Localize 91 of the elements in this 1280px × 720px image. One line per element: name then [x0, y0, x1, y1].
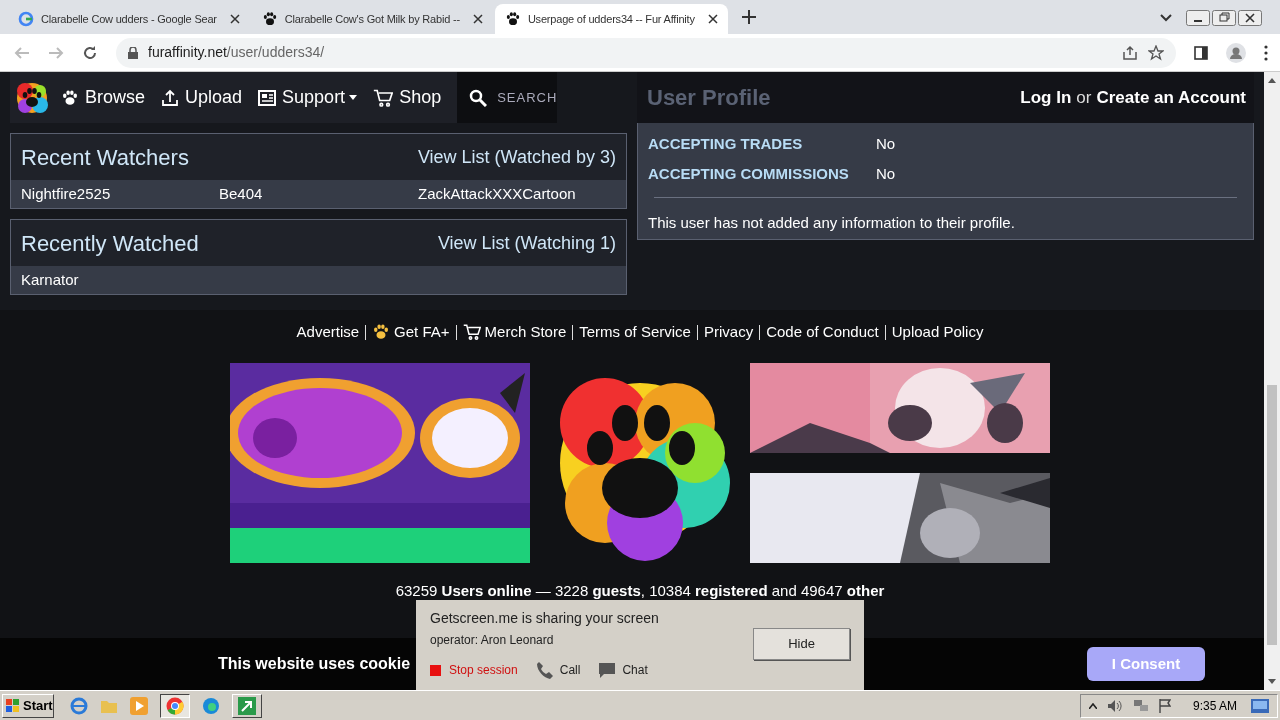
- browser-tab[interactable]: Userpage of udders34 -- Fur Affinity: [494, 4, 728, 34]
- chrome-taskbar-button[interactable]: [160, 693, 190, 718]
- chat-bubble-icon: [598, 662, 617, 678]
- paw-icon: [61, 88, 79, 107]
- lock-icon: [128, 46, 138, 59]
- windows-logo-icon: [6, 698, 20, 713]
- footer-link[interactable]: Code of Conduct: [766, 321, 879, 344]
- panel-title: Recent Watchers: [21, 143, 189, 172]
- search-icon: [469, 88, 488, 107]
- footer-link[interactable]: Advertise: [296, 321, 360, 344]
- footer-link[interactable]: Privacy: [703, 321, 754, 344]
- paw-splash-icon[interactable]: [15, 80, 49, 115]
- field-value: No: [876, 163, 896, 184]
- caret-icon: [349, 95, 358, 100]
- chrome-icon: [166, 696, 184, 715]
- newspaper-icon: [258, 89, 277, 106]
- start-button[interactable]: Start: [2, 693, 54, 718]
- browser-e-icon[interactable]: [70, 696, 88, 715]
- url-text: furaffinity.net/user/udders34/: [148, 43, 325, 62]
- nav-link[interactable]: Browse: [61, 84, 146, 111]
- close-icon[interactable]: [229, 14, 240, 24]
- call-link[interactable]: Call: [535, 661, 581, 679]
- footer-link[interactable]: Get FA+: [372, 321, 450, 344]
- login-link[interactable]: Log In: [1020, 84, 1072, 111]
- close-icon[interactable]: [472, 14, 483, 24]
- clock-text: 9:35 AM: [1192, 697, 1237, 715]
- profile-icon[interactable]: [1226, 42, 1246, 63]
- chat-link[interactable]: Chat: [598, 661, 648, 679]
- footer-link[interactable]: Merch Store: [462, 321, 567, 344]
- scroll-down-icon[interactable]: [1268, 679, 1276, 684]
- stop-icon: [430, 664, 441, 676]
- upload-icon: [161, 88, 180, 107]
- cookie-text: This website uses cookie: [218, 654, 411, 674]
- username-link[interactable]: Nightfire2525: [21, 182, 219, 206]
- address-field[interactable]: furaffinity.net/user/udders34/: [116, 37, 1176, 68]
- view-list-link[interactable]: View List (Watching 1): [437, 229, 616, 257]
- footer-link[interactable]: Upload Policy: [891, 321, 984, 344]
- chevron-down-icon[interactable]: [1160, 14, 1172, 22]
- minimize-icon[interactable]: [1186, 10, 1210, 26]
- hide-button[interactable]: Hide: [753, 628, 850, 660]
- footer-link[interactable]: Terms of Service: [579, 321, 691, 344]
- star-icon[interactable]: [1148, 44, 1164, 61]
- cart-icon: [373, 87, 394, 108]
- or-text: or: [1076, 86, 1092, 109]
- profile-title: User Profile: [647, 84, 771, 112]
- chevron-up-icon[interactable]: [1088, 702, 1097, 709]
- close-icon[interactable]: [1238, 10, 1262, 26]
- paw-icon: [504, 11, 521, 27]
- restore-icon[interactable]: [1212, 10, 1236, 26]
- nav-link[interactable]: Upload: [161, 84, 243, 111]
- close-icon[interactable]: [707, 14, 718, 24]
- field-label: ACCEPTING COMMISSIONS: [648, 163, 850, 184]
- scrollbar[interactable]: [1264, 72, 1280, 690]
- operator-text: operator: Aron Leonard: [430, 632, 555, 649]
- phone-icon: [535, 661, 554, 679]
- search-button[interactable]: SEARCH: [457, 72, 558, 123]
- nav-link[interactable]: Support: [258, 84, 358, 111]
- online-stats: 63259 Users online — 3228 guests, 10384 registered and 49647 other: [395, 580, 885, 601]
- reload-icon[interactable]: [82, 44, 98, 61]
- app-taskbar-button[interactable]: [232, 693, 262, 718]
- browser-tab[interactable]: Clarabelle Cow's Got Milk by Rabid --: [251, 4, 493, 34]
- menu-icon[interactable]: [1264, 44, 1268, 61]
- profile-note: This user has not added any information to their profile.: [648, 213, 1016, 233]
- sidebar-icon[interactable]: [1194, 45, 1208, 60]
- field-value: No: [876, 133, 896, 154]
- view-list-link[interactable]: View List (Watched by 3): [417, 143, 616, 171]
- username-link[interactable]: Be404: [219, 182, 418, 206]
- tab-title: Clarabelle Cow's Got Milk by Rabid --: [284, 11, 460, 27]
- speaker-icon[interactable]: [1106, 698, 1123, 713]
- google-icon: [18, 11, 34, 27]
- arrow-app-icon: [238, 696, 256, 715]
- new-tab-icon[interactable]: [741, 10, 756, 24]
- popup-title: Getscreen.me is sharing your screen: [430, 609, 660, 628]
- username-link[interactable]: Karnator: [21, 268, 219, 292]
- stop-session-link[interactable]: Stop session: [430, 661, 518, 679]
- show-desktop-icon[interactable]: [1251, 698, 1269, 713]
- field-label: ACCEPTING TRADES: [648, 133, 804, 154]
- paw-icon: [261, 11, 278, 27]
- scroll-up-icon[interactable]: [1268, 78, 1276, 83]
- share-icon[interactable]: [1122, 44, 1138, 61]
- panel-title: Recently Watched: [21, 229, 199, 258]
- username-link[interactable]: ZackAttackXXXCartoon: [418, 182, 616, 206]
- tab-title: Userpage of udders34 -- Fur Affinity: [527, 11, 695, 27]
- network-icon[interactable]: [1132, 698, 1149, 713]
- create-account-link[interactable]: Create an Account: [1096, 84, 1246, 111]
- browser-tab[interactable]: Clarabelle Cow udders - Google Sear: [8, 4, 250, 34]
- tab-title: Clarabelle Cow udders - Google Sear: [41, 11, 217, 27]
- nav-link[interactable]: Shop: [373, 84, 442, 111]
- paw-icon: [372, 323, 391, 342]
- flag-icon[interactable]: [1158, 698, 1171, 713]
- cart-icon: [462, 323, 481, 342]
